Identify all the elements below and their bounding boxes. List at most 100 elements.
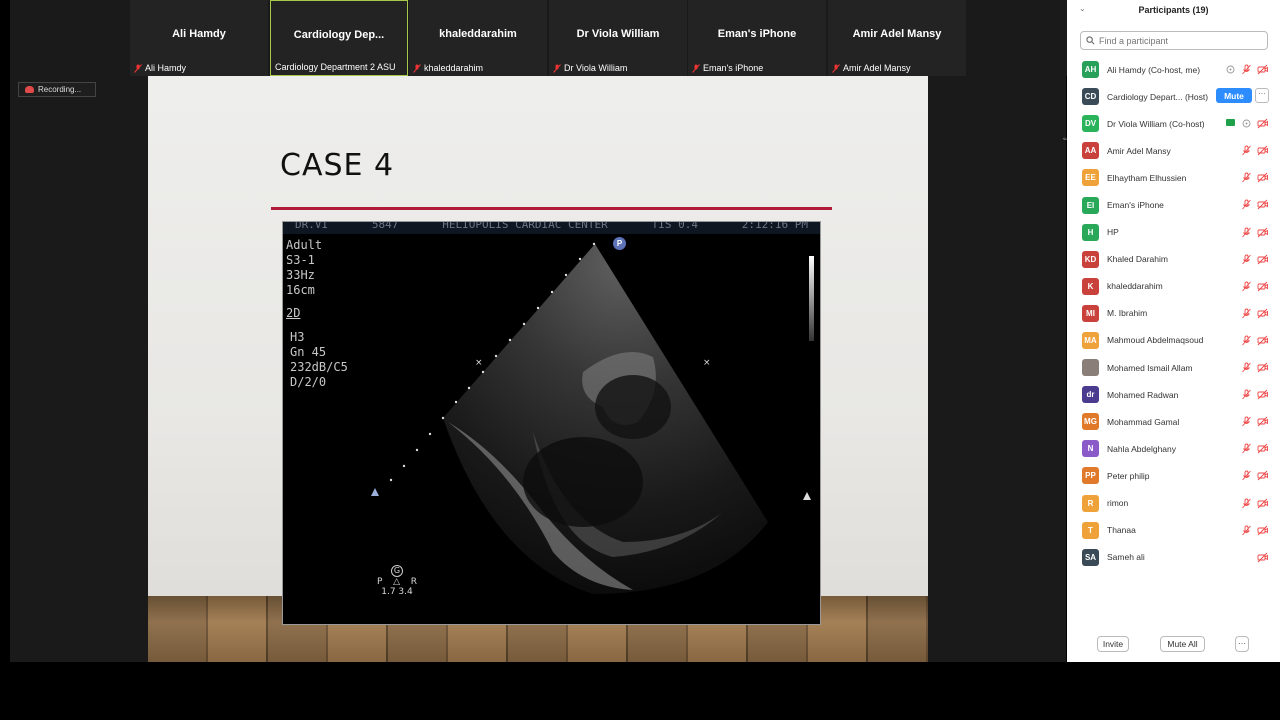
collapse-chevron-icon[interactable]: ⌄ — [1079, 4, 1086, 13]
thumbnail-label-text: Ali Hamdy — [145, 63, 187, 73]
participant-name: Elhaytham Elhussien — [1107, 172, 1187, 183]
participant-search[interactable] — [1080, 31, 1268, 50]
muted-mic-icon — [692, 63, 700, 73]
participant-name: Mahmoud Abdelmaqsoud — [1107, 335, 1204, 346]
participant-row[interactable]: EE Elhaytham Elhussien — [1067, 164, 1280, 191]
participant-row[interactable]: CD Cardiology Depart... (Host) Mute ··· — [1067, 83, 1280, 110]
video-off-icon — [1257, 552, 1268, 563]
participant-row[interactable]: MI M. Ibrahim — [1067, 300, 1280, 327]
recording-indicator[interactable]: Recording... — [18, 82, 96, 97]
participant-more-button[interactable]: ··· — [1255, 88, 1269, 104]
video-off-icon — [1257, 308, 1268, 319]
participant-row[interactable]: PP Peter philip — [1067, 462, 1280, 489]
video-thumbnail[interactable]: Cardiology Dep... Cardiology Department 2… — [270, 0, 408, 76]
thumbnail-label: Amir Adel Mansy — [832, 63, 911, 73]
participant-row[interactable]: AH Ali Hamdy (Co-host, me) — [1067, 56, 1280, 83]
video-thumbnail[interactable]: Ali Hamdy Ali Hamdy — [130, 0, 268, 76]
participant-avatar: EE — [1082, 169, 1099, 187]
thumbnail-label-text: Cardiology Department 2 ASU — [275, 62, 396, 72]
video-off-icon — [1257, 525, 1268, 535]
participant-row[interactable]: T Thanaa — [1067, 517, 1280, 544]
muted-mic-icon — [1242, 416, 1251, 427]
participant-row[interactable]: Kkhaleddarahim — [1067, 273, 1280, 300]
participant-avatar: EI — [1082, 196, 1099, 214]
muted-mic-icon — [1242, 254, 1251, 264]
video-off-icon — [1257, 200, 1268, 210]
video-off-icon — [1257, 281, 1268, 292]
participant-avatar: KD — [1082, 250, 1099, 268]
participants-panel: ⌄ Participants (19) AH Ali Hamdy (Co-host… — [1067, 0, 1280, 662]
shared-screen: CASE 4 DR.VI 5847 HELIOPOLIS CARDIAC CEN… — [148, 76, 928, 662]
video-thumbnail[interactable]: Dr Viola William Dr Viola William — [549, 0, 687, 76]
echo-mode: 2D — [286, 306, 301, 320]
participant-row[interactable]: AA Amir Adel Mansy — [1067, 137, 1280, 164]
search-input[interactable] — [1099, 35, 1259, 46]
participant-name: Nahla Abdelghany — [1107, 443, 1177, 454]
thumbnail-name: Eman's iPhone — [717, 28, 797, 40]
muted-mic-icon — [413, 63, 421, 73]
video-off-icon — [1257, 443, 1268, 454]
echo-param: 16cm — [286, 283, 315, 297]
probe-marker: P — [613, 237, 626, 250]
mute-button[interactable]: Mute — [1216, 88, 1252, 104]
slide-title-rule — [271, 207, 832, 210]
video-thumbnail[interactable]: Amir Adel Mansy Amir Adel Mansy — [828, 0, 966, 76]
echo-parameters: Adult S3-1 33Hz 16cm 2D — [286, 238, 322, 321]
thumbnail-name: Dr Viola William — [576, 28, 660, 40]
participant-avatar: MI — [1082, 304, 1099, 322]
participant-row[interactable]: KD Khaled Darahim — [1067, 246, 1280, 273]
echocardiogram-image: DR.VI 5847 HELIOPOLIS CARDIAC CENTER TIS… — [282, 221, 821, 625]
muted-mic-icon — [1242, 227, 1251, 237]
muted-mic-icon — [1242, 145, 1251, 156]
thumbnail-label: Dr Viola William — [553, 63, 627, 73]
video-off-icon — [1257, 118, 1268, 129]
participant-row[interactable]: MA Mahmoud Abdelmaqsoud — [1067, 327, 1280, 354]
participant-row[interactable]: DV Dr Viola William (Co-host) — [1067, 110, 1280, 137]
participant-row[interactable]: N Nahla Abdelghany — [1067, 435, 1280, 462]
more-options-button[interactable]: ··· — [1235, 636, 1249, 652]
thumbnail-label-text: Eman's iPhone — [703, 63, 764, 73]
participant-name: Ali Hamdy (Co-host, me) — [1107, 64, 1201, 75]
participant-row[interactable]: EI Eman's iPhone — [1067, 191, 1280, 218]
participant-avatar: MG — [1082, 413, 1099, 431]
thumbnail-label-text: Dr Viola William — [564, 63, 628, 73]
cloud-recording-icon — [25, 86, 34, 93]
participant-row[interactable]: H HP — [1067, 219, 1280, 246]
mute-all-button[interactable]: Mute All — [1160, 636, 1205, 652]
thumbnail-label-text: Amir Adel Mansy — [843, 63, 911, 73]
echo-parameters-2: H3 Gn 45 232dB/C5 D/2/0 — [290, 330, 348, 390]
orientation-r: R — [410, 577, 417, 587]
participant-name: Mohamed Radwan — [1107, 389, 1179, 400]
participant-avatar: N — [1082, 440, 1099, 458]
participant-row[interactable]: dr Mohamed Radwan — [1067, 381, 1280, 408]
participant-name: Sameh ali — [1107, 552, 1145, 563]
participant-name: Peter philip — [1107, 470, 1150, 481]
orientation-g: G — [391, 565, 403, 577]
participant-row[interactable]: MG Mohammad Gamal — [1067, 408, 1280, 435]
muted-mic-icon — [553, 63, 561, 73]
thumbnail-name: khaleddarahim — [439, 28, 517, 40]
thumbnail-label: Eman's iPhone — [692, 63, 763, 73]
muted-mic-icon — [1242, 281, 1251, 292]
participant-list: AH Ali Hamdy (Co-host, me) CD Cardiology De… — [1067, 56, 1280, 571]
muted-mic-icon — [1242, 335, 1251, 346]
invite-button[interactable]: Invite — [1097, 636, 1129, 652]
share-status-icon — [1242, 119, 1251, 128]
echo-param: Adult — [286, 238, 323, 252]
muted-mic-icon — [1242, 498, 1251, 508]
echo-param: H3 — [290, 330, 305, 344]
recording-label: Recording... — [38, 85, 82, 94]
video-thumbnail[interactable]: khaleddarahim khaleddarahim — [409, 0, 547, 76]
participant-name: Thanaa — [1107, 525, 1136, 536]
participant-name: Eman's iPhone — [1107, 200, 1164, 211]
video-thumbnail-strip: Ali Hamdy Ali Hamdy Cardiology Dep... Cardi… — [120, 0, 1106, 76]
participant-row[interactable]: SA Sameh ali — [1067, 544, 1280, 571]
participant-name: HP — [1107, 227, 1119, 238]
video-off-icon — [1257, 389, 1268, 400]
echo-param: 33Hz — [286, 268, 315, 282]
participant-row[interactable]: Mohamed Ismail Allam — [1067, 354, 1280, 381]
video-thumbnail[interactable]: Eman's iPhone Eman's iPhone — [688, 0, 826, 76]
participant-row[interactable]: Rrimon — [1067, 490, 1280, 517]
video-off-icon — [1257, 335, 1268, 346]
video-off-icon — [1257, 64, 1268, 75]
